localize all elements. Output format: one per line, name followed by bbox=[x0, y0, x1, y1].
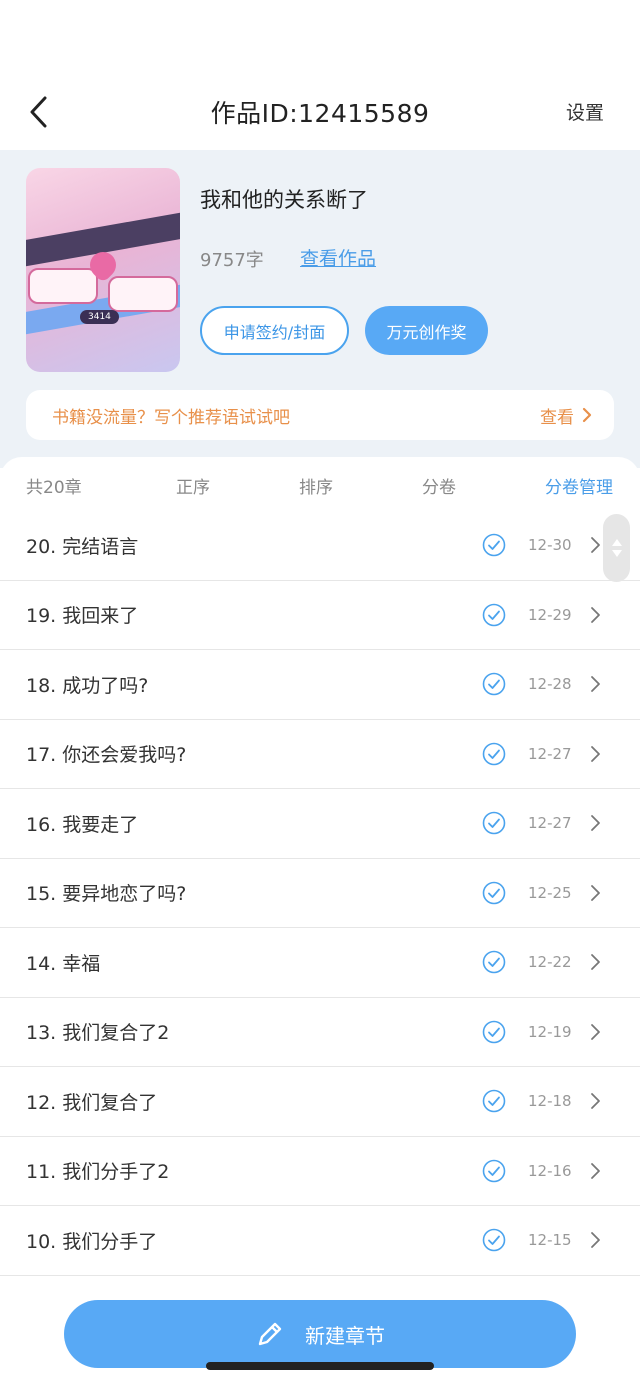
check-circle-icon bbox=[482, 811, 506, 835]
promo-action-label: 查看 bbox=[540, 407, 574, 428]
chapter-title: 15. 要异地恋了吗? bbox=[26, 883, 187, 906]
chapter-row[interactable]: 11. 我们分手了2 12-16 bbox=[0, 1137, 640, 1206]
work-info-section: 3414 我和他的关系断了 9757字 查看作品 申请签约/封面 万元创作奖 书… bbox=[0, 150, 640, 468]
arrow-down-icon bbox=[611, 550, 622, 557]
chapter-row[interactable]: 12. 我们复合了 12-18 bbox=[0, 1067, 640, 1137]
chapter-tabs: 共20章 正序 排序 分卷 分卷管理 bbox=[0, 457, 640, 511]
chevron-right-icon bbox=[582, 407, 592, 423]
check-circle-icon bbox=[482, 672, 506, 696]
chapter-title: 19. 我回来了 bbox=[26, 605, 139, 628]
chapter-title: 13. 我们复合了2 bbox=[26, 1022, 170, 1045]
promo-view-button[interactable]: 查看 bbox=[540, 403, 592, 428]
chapter-date: 12-29 bbox=[528, 605, 572, 624]
tab-volume[interactable]: 分卷 bbox=[422, 473, 456, 498]
chevron-right-icon bbox=[591, 676, 600, 693]
chapter-row[interactable]: 20. 完结语言 12-30 bbox=[0, 511, 640, 581]
chapter-date: 12-27 bbox=[528, 744, 572, 763]
check-circle-icon bbox=[482, 1089, 506, 1113]
chevron-right-icon bbox=[591, 1232, 600, 1249]
chapter-title: 16. 我要走了 bbox=[26, 813, 139, 836]
chapter-row[interactable]: 16. 我要走了 12-27 bbox=[0, 789, 640, 859]
chapter-title: 14. 幸福 bbox=[26, 952, 101, 975]
tab-sort[interactable]: 排序 bbox=[299, 473, 333, 498]
home-indicator bbox=[206, 1362, 434, 1370]
check-circle-icon bbox=[482, 1228, 506, 1252]
chapter-list-panel: 共20章 正序 排序 分卷 分卷管理 20. 完结语言 12-30 19. 我回来了… bbox=[0, 457, 640, 1386]
chapter-date: 12-25 bbox=[528, 883, 572, 902]
chapter-row[interactable]: 19. 我回来了 12-29 bbox=[0, 581, 640, 650]
chapter-title: 17. 你还会爱我吗? bbox=[26, 744, 187, 767]
chapter-row[interactable]: 17. 你还会爱我吗? 12-27 bbox=[0, 720, 640, 789]
check-circle-icon bbox=[482, 742, 506, 766]
arrow-up-icon bbox=[611, 539, 622, 546]
chapter-row[interactable]: 18. 成功了吗? 12-28 bbox=[0, 650, 640, 720]
chapter-list: 20. 完结语言 12-30 19. 我回来了 12-29 18. 成功了吗? 12-28… bbox=[0, 511, 640, 1276]
chapter-title: 11. 我们分手了2 bbox=[26, 1161, 170, 1184]
chapter-row[interactable]: 15. 要异地恋了吗? 12-25 bbox=[0, 859, 640, 928]
chapter-title: 20. 完结语言 bbox=[26, 535, 139, 558]
new-chapter-label: 新建章节 bbox=[305, 1323, 385, 1348]
status-bar-area bbox=[0, 0, 640, 74]
check-circle-icon bbox=[482, 1020, 506, 1044]
check-circle-icon bbox=[482, 881, 506, 905]
chevron-right-icon bbox=[591, 815, 600, 832]
chevron-right-icon bbox=[591, 1093, 600, 1110]
chevron-right-icon bbox=[591, 537, 600, 554]
cover-number: 3414 bbox=[80, 310, 119, 324]
chevron-right-icon bbox=[591, 1162, 600, 1179]
chapter-date: 12-28 bbox=[528, 675, 572, 694]
pencil-icon bbox=[258, 1322, 282, 1346]
work-title: 我和他的关系断了 bbox=[200, 188, 368, 212]
chevron-right-icon bbox=[591, 954, 600, 971]
cover-decoration bbox=[108, 276, 178, 312]
chapter-date: 12-15 bbox=[528, 1231, 572, 1250]
chapter-date: 12-16 bbox=[528, 1161, 572, 1180]
view-work-link[interactable]: 查看作品 bbox=[300, 244, 376, 271]
chapter-date: 12-19 bbox=[528, 1022, 572, 1041]
chevron-right-icon bbox=[591, 1023, 600, 1040]
check-circle-icon bbox=[482, 950, 506, 974]
check-circle-icon bbox=[482, 533, 506, 557]
page-title: 作品ID:12415589 bbox=[210, 99, 430, 128]
promo-text: 书籍没流量？写个推荐语试试吧 bbox=[52, 407, 290, 428]
chapter-row[interactable]: 14. 幸福 12-22 bbox=[0, 928, 640, 998]
promo-banner[interactable]: 书籍没流量？写个推荐语试试吧 查看 bbox=[26, 390, 614, 440]
chapter-date: 12-30 bbox=[528, 536, 572, 555]
apply-sign-button[interactable]: 申请签约/封面 bbox=[200, 306, 349, 355]
chapter-date: 12-18 bbox=[528, 1092, 572, 1111]
settings-button[interactable]: 设置 bbox=[566, 98, 604, 125]
word-count: 9757字 bbox=[200, 250, 264, 271]
chapter-date: 12-22 bbox=[528, 953, 572, 972]
book-cover[interactable]: 3414 bbox=[26, 168, 180, 372]
check-circle-icon bbox=[482, 603, 506, 627]
check-circle-icon bbox=[482, 1159, 506, 1183]
chevron-right-icon bbox=[591, 884, 600, 901]
chapter-title: 18. 成功了吗? bbox=[26, 674, 149, 697]
back-button[interactable] bbox=[18, 92, 58, 132]
new-chapter-button[interactable]: 新建章节 bbox=[64, 1300, 576, 1368]
chapter-title: 12. 我们复合了 bbox=[26, 1091, 158, 1114]
chapter-row[interactable]: 10. 我们分手了 12-15 bbox=[0, 1206, 640, 1276]
tab-volume-manage[interactable]: 分卷管理 bbox=[545, 473, 613, 498]
chapter-title: 10. 我们分手了 bbox=[26, 1230, 158, 1253]
cover-decoration bbox=[28, 268, 98, 304]
navbar: 作品ID:12415589 设置 bbox=[0, 74, 640, 150]
chapter-row[interactable]: 13. 我们复合了2 12-19 bbox=[0, 998, 640, 1067]
chevron-left-icon bbox=[30, 96, 47, 128]
chevron-right-icon bbox=[591, 606, 600, 623]
tab-order[interactable]: 正序 bbox=[176, 473, 210, 498]
scroll-handle[interactable] bbox=[603, 514, 630, 582]
creation-award-button[interactable]: 万元创作奖 bbox=[365, 306, 488, 355]
chapter-count: 共20章 bbox=[26, 478, 82, 498]
chevron-right-icon bbox=[591, 745, 600, 762]
chapter-date: 12-27 bbox=[528, 814, 572, 833]
